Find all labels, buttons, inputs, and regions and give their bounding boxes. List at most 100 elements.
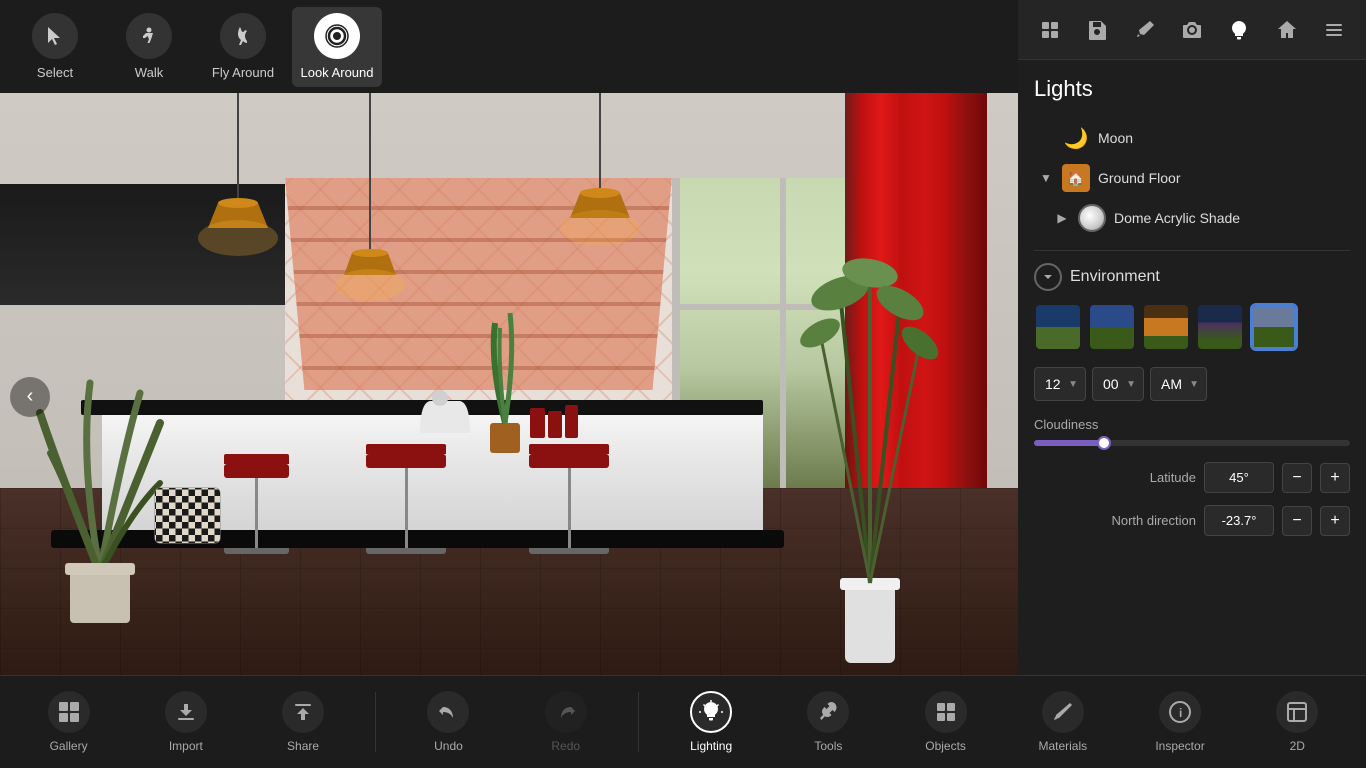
gallery-btn[interactable]: Gallery	[24, 682, 114, 762]
moon-chevron-placeholder	[1038, 130, 1054, 146]
materials-label: Materials	[1038, 739, 1087, 753]
lighting-btn[interactable]: Lighting	[666, 682, 756, 762]
select-label: Select	[37, 65, 73, 80]
moon-label: Moon	[1098, 130, 1133, 146]
gallery-label: Gallery	[50, 739, 88, 753]
lighting-icon	[690, 691, 732, 733]
sky-preset-1[interactable]	[1034, 303, 1082, 351]
north-direction-increase-btn[interactable]: +	[1320, 506, 1350, 536]
cloudiness-thumb[interactable]	[1097, 436, 1111, 450]
inspector-label: Inspector	[1155, 739, 1204, 753]
lights-title: Lights	[1034, 76, 1350, 102]
tools-label: Tools	[814, 739, 842, 753]
hour-select-wrapper: 12 1234 5678 91011	[1034, 367, 1086, 401]
panel-materials-btn[interactable]	[1127, 12, 1163, 48]
ampm-select[interactable]: AMPM	[1150, 367, 1207, 401]
main-viewport[interactable]: ‹	[0, 93, 1018, 700]
dome-chevron: ▶	[1054, 210, 1070, 226]
nav-arrow-left[interactable]: ‹	[10, 377, 50, 417]
redo-btn[interactable]: Redo	[521, 682, 611, 762]
sky-preset-3[interactable]	[1142, 303, 1190, 351]
walk-tool[interactable]: Walk	[104, 7, 194, 87]
dome-label: Dome Acrylic Shade	[1114, 210, 1240, 226]
tree-item-ground-floor[interactable]: ▼ 🏠 Ground Floor	[1034, 158, 1350, 198]
north-direction-decrease-btn[interactable]: −	[1282, 506, 1312, 536]
tools-btn[interactable]: Tools	[783, 682, 873, 762]
fly-around-icon	[220, 13, 266, 59]
sky-preset-2[interactable]	[1088, 303, 1136, 351]
latitude-value: 45°	[1204, 462, 1274, 493]
panel-save-btn[interactable]	[1079, 12, 1115, 48]
toolbar-divider-1	[375, 692, 376, 752]
island-top-overhang	[81, 400, 763, 415]
panel-camera-btn[interactable]	[1174, 12, 1210, 48]
scene-render: ‹	[0, 93, 1018, 700]
toolbar-divider-2	[638, 692, 639, 752]
latitude-label: Latitude	[1034, 470, 1196, 485]
bottom-toolbar: Gallery Import Share Undo	[0, 675, 1366, 768]
inspector-btn[interactable]: i Inspector	[1135, 682, 1225, 762]
panel-lighting-btn[interactable]	[1221, 12, 1257, 48]
top-toolbar: Select Walk Fly Around Look Around	[0, 0, 1018, 93]
inspector-icon: i	[1159, 691, 1201, 733]
walk-label: Walk	[135, 65, 163, 80]
gallery-icon	[48, 691, 90, 733]
undo-btn[interactable]: Undo	[403, 682, 493, 762]
right-panel: Lights 🌙 Moon ▼ 🏠 Ground Floor ▶ Dome Ac…	[1018, 0, 1366, 768]
panel-list-btn[interactable]	[1316, 12, 1352, 48]
select-tool[interactable]: Select	[10, 7, 100, 87]
objects-btn[interactable]: Objects	[901, 682, 991, 762]
panel-icon-bar	[1018, 0, 1366, 60]
objects-icon	[925, 691, 967, 733]
north-direction-value: -23.7°	[1204, 505, 1274, 536]
undo-label: Undo	[434, 739, 463, 753]
panel-objects-btn[interactable]	[1032, 12, 1068, 48]
upper-cabinet	[0, 184, 285, 305]
fly-around-label: Fly Around	[212, 65, 274, 80]
select-icon	[32, 13, 78, 59]
fly-around-tool[interactable]: Fly Around	[198, 7, 288, 87]
environment-header[interactable]: Environment	[1034, 263, 1350, 291]
latitude-row: Latitude 45° − +	[1034, 462, 1350, 493]
moon-icon: 🌙	[1062, 124, 1090, 152]
materials-btn[interactable]: Materials	[1018, 682, 1108, 762]
look-around-icon	[314, 13, 360, 59]
stool-3	[529, 444, 609, 554]
cloudiness-label: Cloudiness	[1034, 417, 1350, 432]
hour-select[interactable]: 12 1234 5678 91011	[1034, 367, 1086, 401]
time-row: 12 1234 5678 91011 00153045 AMPM	[1034, 367, 1350, 401]
ground-floor-chevron: ▼	[1038, 170, 1054, 186]
window-mullion	[780, 178, 786, 494]
scene-curtain	[845, 93, 988, 548]
environment-label: Environment	[1070, 268, 1160, 286]
latitude-increase-btn[interactable]: +	[1320, 463, 1350, 493]
ground-floor-icon: 🏠	[1062, 164, 1090, 192]
import-btn[interactable]: Import	[141, 682, 231, 762]
tree-item-moon[interactable]: 🌙 Moon	[1034, 118, 1350, 158]
share-icon	[282, 691, 324, 733]
cloudiness-fill	[1034, 440, 1104, 446]
ampm-select-wrapper: AMPM	[1150, 367, 1207, 401]
2d-icon	[1276, 691, 1318, 733]
tools-icon	[807, 691, 849, 733]
cloudiness-row: Cloudiness	[1034, 417, 1350, 446]
tree-item-dome[interactable]: ▶ Dome Acrylic Shade	[1034, 198, 1350, 238]
2d-btn[interactable]: 2D	[1252, 682, 1342, 762]
latitude-decrease-btn[interactable]: −	[1282, 463, 1312, 493]
look-around-tool[interactable]: Look Around	[292, 7, 382, 87]
ground-floor-label: Ground Floor	[1098, 170, 1180, 186]
sky-preset-5[interactable]	[1250, 303, 1298, 351]
minute-select-wrapper: 00153045	[1092, 367, 1144, 401]
minute-select[interactable]: 00153045	[1092, 367, 1144, 401]
look-around-label: Look Around	[300, 65, 373, 80]
share-label: Share	[287, 739, 319, 753]
share-btn[interactable]: Share	[258, 682, 348, 762]
panel-home-btn[interactable]	[1269, 12, 1305, 48]
cloudiness-slider[interactable]	[1034, 440, 1350, 446]
north-direction-row: North direction -23.7° − +	[1034, 505, 1350, 536]
roman-shade	[285, 178, 672, 390]
sky-preset-4[interactable]	[1196, 303, 1244, 351]
materials-icon	[1042, 691, 1084, 733]
lighting-label: Lighting	[690, 739, 732, 753]
walk-icon	[126, 13, 172, 59]
